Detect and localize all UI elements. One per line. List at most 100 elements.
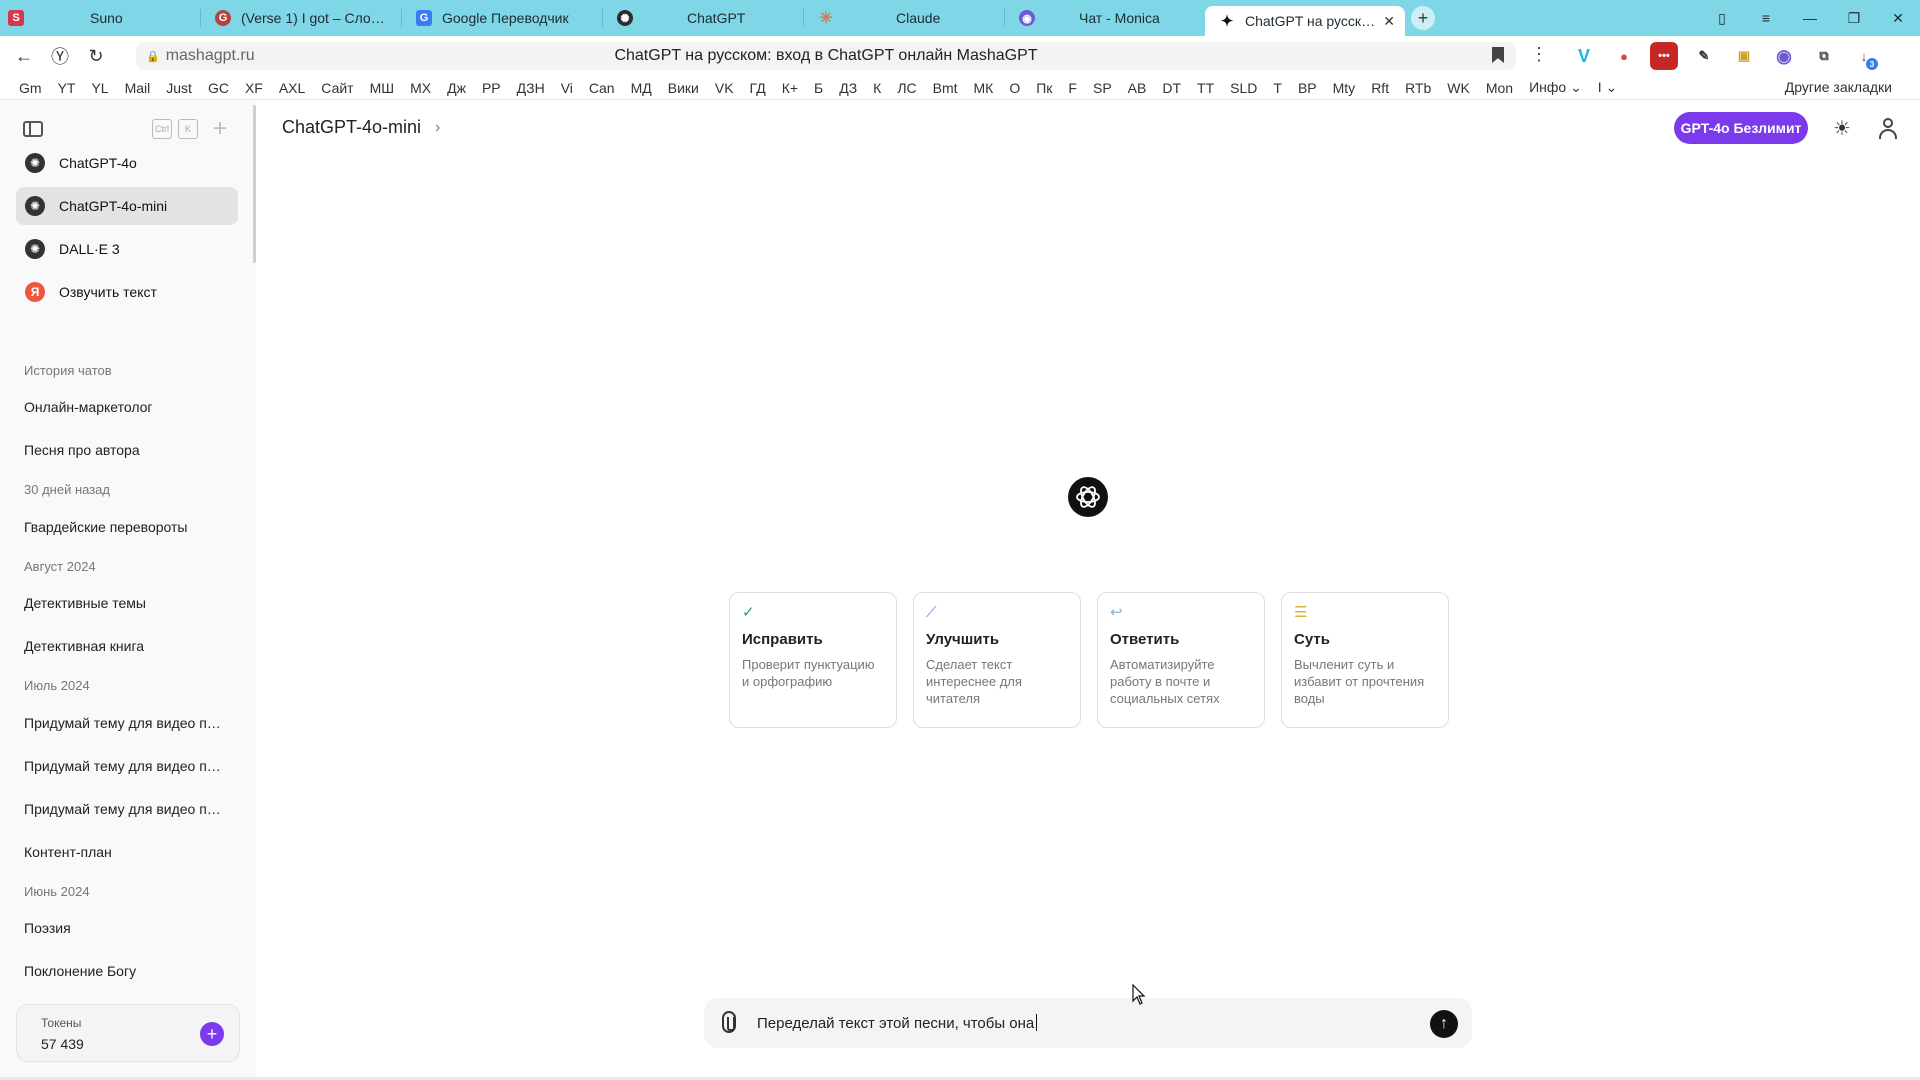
bookmark-item[interactable]: МД bbox=[631, 80, 652, 96]
bookmark-item[interactable]: К bbox=[873, 80, 881, 96]
message-input[interactable]: Переделай текст этой песни, чтобы она bbox=[757, 1014, 1038, 1032]
bookmark-item[interactable]: ДЗН bbox=[517, 80, 545, 96]
history-item[interactable]: Поклонение Богу bbox=[24, 963, 224, 979]
history-item[interactable]: Придумай тему для видео пр... bbox=[24, 758, 224, 774]
send-button[interactable]: ↑ bbox=[1430, 1010, 1458, 1038]
bookmark-item[interactable]: Пк bbox=[1036, 80, 1052, 96]
attach-icon[interactable] bbox=[722, 1011, 736, 1033]
extension-icon[interactable]: ● bbox=[1610, 42, 1638, 70]
puzzle-icon[interactable]: ⧉ bbox=[1810, 42, 1838, 70]
history-item[interactable]: Придумай тему для видео пр... bbox=[24, 801, 224, 817]
bookmark-item[interactable]: Bmt bbox=[933, 80, 958, 96]
bookmark-item[interactable]: МК bbox=[974, 80, 994, 96]
downloads-icon[interactable]: ↓ 3 bbox=[1850, 42, 1878, 70]
bookmark-item[interactable]: AXL bbox=[279, 80, 305, 96]
bookmark-item[interactable]: ДЗ bbox=[839, 80, 857, 96]
bookmark-item[interactable]: Сайт bbox=[321, 80, 353, 96]
bookmark-item[interactable]: Vi bbox=[561, 80, 573, 96]
eyedropper-icon[interactable]: ✎ bbox=[1690, 42, 1718, 70]
model-chatgpt-4o-mini[interactable]: ✺ ChatGPT-4o-mini bbox=[16, 187, 238, 225]
bookmark-item[interactable]: DT bbox=[1162, 80, 1181, 96]
bookmark-item[interactable]: Mail bbox=[125, 80, 151, 96]
bookmark-item[interactable]: ЛС bbox=[897, 80, 916, 96]
bookmark-item[interactable]: I ⌄ bbox=[1598, 79, 1618, 96]
bookmark-item[interactable]: GC bbox=[208, 80, 229, 96]
message-composer[interactable]: Переделай текст этой песни, чтобы она ↑ bbox=[704, 998, 1472, 1048]
extension-icon[interactable]: ••• bbox=[1650, 42, 1678, 70]
bookmark-item[interactable]: VK bbox=[715, 80, 734, 96]
toggle-sidebar-icon[interactable] bbox=[23, 121, 43, 137]
bookmark-item[interactable]: Mon bbox=[1486, 80, 1513, 96]
bookmark-item[interactable]: К+ bbox=[782, 80, 798, 96]
bookmark-item[interactable]: Gm bbox=[19, 80, 42, 96]
minimize-icon[interactable]: — bbox=[1788, 10, 1832, 26]
tab-suno[interactable]: S Suno bbox=[0, 0, 200, 36]
history-item[interactable]: Детективная книга bbox=[24, 638, 224, 654]
bookmark-item[interactable]: О bbox=[1009, 80, 1020, 96]
user-icon[interactable] bbox=[1876, 116, 1900, 140]
add-tokens-button[interactable]: + bbox=[200, 1022, 224, 1046]
tab-lyrics[interactable]: G (Verse 1) I got – Словарь bbox=[201, 0, 401, 36]
bookmark-item[interactable]: Mty bbox=[1333, 80, 1356, 96]
history-item[interactable]: Детективные темы bbox=[24, 595, 224, 611]
tab-monica[interactable]: ◉ Чат - Monica bbox=[1005, 0, 1205, 36]
history-item[interactable]: Онлайн-маркетолог bbox=[24, 399, 224, 415]
bookmark-item[interactable]: Б bbox=[814, 80, 823, 96]
monica-extension-icon[interactable]: ◉ bbox=[1770, 42, 1798, 70]
vimeo-icon[interactable]: V bbox=[1570, 42, 1598, 70]
bookmark-item[interactable]: МШ bbox=[370, 80, 395, 96]
new-chat-icon[interactable]: + bbox=[213, 115, 227, 143]
tab-claude[interactable]: ✳ Claude bbox=[804, 0, 1004, 36]
bookmark-item[interactable]: SP bbox=[1093, 80, 1112, 96]
card-improve[interactable]: ⟋ Улучшить Сделает текст интереснее для … bbox=[913, 592, 1081, 728]
restore-icon[interactable]: ❐ bbox=[1832, 10, 1876, 27]
bookmark-item[interactable]: RTb bbox=[1405, 80, 1431, 96]
bookmark-item[interactable]: Вики bbox=[668, 80, 699, 96]
tab-mashagpt-active[interactable]: ✦ ChatGPT на русском: в ✕ bbox=[1205, 6, 1405, 36]
history-item[interactable]: Придумай тему для видео пр... bbox=[24, 715, 224, 731]
model-dalle-3[interactable]: ✺ DALL·E 3 bbox=[16, 230, 238, 268]
card-summary[interactable]: ☰ Суть Вычленит суть и избавит от прочте… bbox=[1281, 592, 1449, 728]
bookmark-icon[interactable] bbox=[1492, 47, 1504, 63]
bookmark-item[interactable]: SLD bbox=[1230, 80, 1257, 96]
model-selector[interactable]: ChatGPT-4o-mini › bbox=[282, 117, 440, 138]
bookmarks-panel-icon[interactable]: ▯ bbox=[1700, 10, 1744, 27]
model-chatgpt-4o[interactable]: ✺ ChatGPT-4o bbox=[16, 144, 238, 182]
bookmark-item[interactable]: F bbox=[1068, 80, 1077, 96]
model-voice-text[interactable]: Я Озвучить текст bbox=[16, 273, 238, 311]
history-item[interactable]: Гвардейские перевороты bbox=[24, 519, 224, 535]
bookmark-item[interactable]: BP bbox=[1298, 80, 1317, 96]
history-item[interactable]: Поэзия bbox=[24, 920, 224, 936]
card-fix[interactable]: ✓ Исправить Проверит пунктуацию и орфогр… bbox=[729, 592, 897, 728]
back-icon[interactable]: ← bbox=[6, 38, 42, 74]
bookmark-item[interactable]: Just bbox=[166, 80, 192, 96]
bookmark-item[interactable]: XF bbox=[245, 80, 263, 96]
history-item[interactable]: Контент-план bbox=[24, 844, 224, 860]
bookmark-item[interactable]: Инфо ⌄ bbox=[1529, 79, 1582, 96]
menu-icon[interactable]: ≡ bbox=[1744, 10, 1788, 26]
yandex-icon[interactable]: Ⓨ bbox=[42, 38, 78, 74]
bookmark-item[interactable]: MX bbox=[410, 80, 431, 96]
tab-google-translate[interactable]: G Google Переводчик bbox=[402, 0, 602, 36]
other-bookmarks[interactable]: Другие закладки bbox=[1785, 79, 1892, 95]
bookmark-item[interactable]: PP bbox=[482, 80, 501, 96]
bookmark-item[interactable]: Дж bbox=[447, 80, 466, 96]
bookmark-item[interactable]: WK bbox=[1447, 80, 1470, 96]
bookmark-item[interactable]: TT bbox=[1197, 80, 1214, 96]
url-field[interactable]: 🔒 mashagpt.ru ChatGPT на русском: вход в… bbox=[136, 42, 1516, 70]
bookmark-item[interactable]: AB bbox=[1128, 80, 1147, 96]
tab-chatgpt[interactable]: ✺ ChatGPT bbox=[603, 0, 803, 36]
bookmark-item[interactable]: Can bbox=[589, 80, 615, 96]
new-tab-button[interactable]: + bbox=[1411, 6, 1435, 30]
close-tab-icon[interactable]: ✕ bbox=[1383, 13, 1395, 30]
gpt4o-unlimited-button[interactable]: GPT-4o Безлимит bbox=[1674, 112, 1808, 144]
history-item[interactable]: Песня про автора bbox=[24, 442, 224, 458]
reload-icon[interactable]: ↻ bbox=[78, 38, 114, 74]
bookmark-item[interactable]: Rft bbox=[1371, 80, 1389, 96]
bookmark-item[interactable]: YT bbox=[58, 80, 76, 96]
bookmark-item[interactable]: T bbox=[1273, 80, 1282, 96]
card-reply[interactable]: ↩ Ответить Автоматизируйте работу в почт… bbox=[1097, 592, 1265, 728]
theme-toggle-icon[interactable]: ☀ bbox=[1831, 117, 1853, 140]
more-icon[interactable]: ⋮ bbox=[1530, 44, 1548, 65]
sidebar-scrollbar[interactable] bbox=[253, 105, 256, 263]
